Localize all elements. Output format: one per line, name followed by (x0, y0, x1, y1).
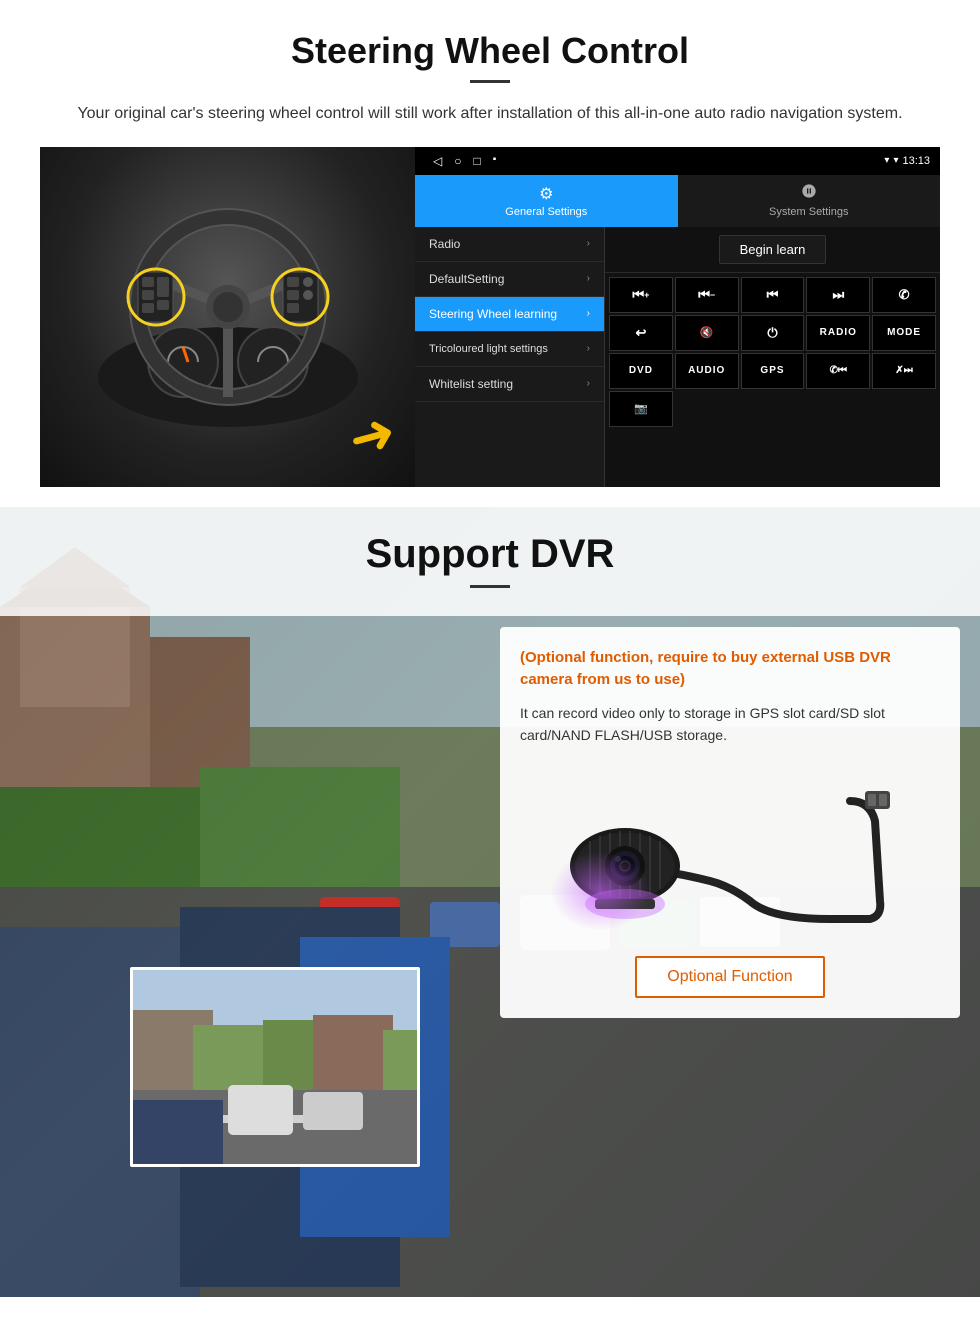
tab-system-settings[interactable]: System Settings (678, 175, 941, 227)
ctrl-btn-call-prev[interactable]: ✆⏮ (806, 353, 870, 389)
ctrl-btn-next[interactable]: ⏭ (806, 277, 870, 313)
ctrl-btn-call[interactable]: ✆ (872, 277, 936, 313)
steering-wheel-image: ➜ (40, 147, 415, 487)
dvr-info-card: (Optional function, require to buy exter… (500, 627, 960, 1019)
menu-arrow-whitelist: › (587, 378, 590, 389)
menu-left-panel: Radio › DefaultSetting › Steering Wheel … (415, 227, 605, 487)
menu-icon: ▪ (493, 154, 497, 168)
begin-learn-row: Begin learn (605, 227, 940, 273)
android-statusbar: ◁ ○ □ ▪ ▾ ▾ 13:13 (415, 147, 940, 175)
wifi-icon: ▾ (893, 155, 898, 166)
nav-icons: ◁ ○ □ ▪ (425, 154, 878, 168)
dvr-card-title: (Optional function, require to buy exter… (520, 647, 940, 692)
menu-item-whitelist[interactable]: Whitelist setting › (415, 367, 604, 402)
recent-icon: □ (473, 154, 480, 168)
ctrl-btn-mute[interactable]: 🔇 (675, 315, 739, 351)
menu-item-steering-learning[interactable]: Steering Wheel learning › (415, 297, 604, 332)
tab-general-settings[interactable]: ⚙ General Settings (415, 175, 678, 227)
android-tabs: ⚙ General Settings System Settings (415, 175, 940, 227)
menu-arrow-tri: › (587, 343, 590, 354)
ctrl-btn-skip[interactable]: ✗⏭ (872, 353, 936, 389)
steering-content-area: ➜ ◁ ○ □ ▪ ▾ ▾ 13:13 (40, 147, 940, 487)
ctrl-btn-radio[interactable]: RADIO (806, 315, 870, 351)
home-icon: ○ (454, 154, 461, 168)
ctrl-btn-prev[interactable]: ⏮ (741, 277, 805, 313)
ctrl-btn-hangup[interactable]: ↩ (609, 315, 673, 351)
camera-glow (550, 851, 650, 931)
menu-item-tricoloured[interactable]: Tricoloured light settings › (415, 332, 604, 367)
dvr-section: Support DVR (0, 507, 980, 1297)
dvr-camera-image (520, 761, 940, 941)
page-title: Steering Wheel Control (40, 30, 940, 72)
steering-wheel-svg (88, 177, 368, 457)
ctrl-btn-vol-down[interactable]: ⏮− (675, 277, 739, 313)
ctrl-btn-dvd[interactable]: DVD (609, 353, 673, 389)
back-icon: ◁ (433, 154, 442, 168)
general-settings-icon: ⚙ (539, 184, 553, 204)
dvr-card-text: It can record video only to storage in G… (520, 702, 940, 747)
menu-arrow-steering: › (587, 308, 590, 319)
menu-arrow-default: › (587, 273, 590, 284)
signal-icon: ▾ (884, 155, 889, 166)
dvr-section-title: Support DVR (0, 532, 980, 577)
steering-section: Steering Wheel Control Your original car… (0, 0, 980, 507)
ctrl-btn-audio[interactable]: AUDIO (675, 353, 739, 389)
dashcam-view-svg (133, 970, 420, 1167)
optional-button-wrapper: Optional Function (520, 956, 940, 998)
yellow-arrow: ➜ (341, 398, 402, 472)
dashcam-thumbnail (130, 967, 420, 1167)
menu-arrow-radio: › (587, 238, 590, 249)
ctrl-btn-gps[interactable]: GPS (741, 353, 805, 389)
dvr-title-divider (470, 585, 510, 588)
menu-item-default[interactable]: DefaultSetting › (415, 262, 604, 297)
menu-right-panel: Begin learn ⏮+ ⏮− ⏮ ⏭ ✆ ↩ 🔇 ⏻ R (605, 227, 940, 487)
ctrl-btn-camera[interactable]: 📷 (609, 391, 673, 427)
android-menu: Radio › DefaultSetting › Steering Wheel … (415, 227, 940, 487)
android-ui-panel: ◁ ○ □ ▪ ▾ ▾ 13:13 ⚙ General Settings (415, 147, 940, 487)
steering-description: Your original car's steering wheel contr… (60, 101, 920, 127)
ctrl-btn-vol-up[interactable]: ⏮+ (609, 277, 673, 313)
title-divider (470, 80, 510, 83)
dashcam-thumb-inner (133, 970, 417, 1164)
menu-item-radio[interactable]: Radio › (415, 227, 604, 262)
optional-function-button[interactable]: Optional Function (635, 956, 824, 998)
system-settings-icon (801, 183, 817, 204)
dvr-title-area: Support DVR (0, 507, 980, 616)
begin-learn-button[interactable]: Begin learn (719, 235, 827, 264)
time-display: 13:13 (902, 155, 930, 167)
ctrl-btn-power[interactable]: ⏻ (741, 315, 805, 351)
ctrl-btn-mode[interactable]: MODE (872, 315, 936, 351)
status-icons: ▾ ▾ 13:13 (884, 155, 930, 167)
control-buttons-grid: ⏮+ ⏮− ⏮ ⏭ ✆ ↩ 🔇 ⏻ RADIO MODE DVD AUDIO (605, 273, 940, 431)
